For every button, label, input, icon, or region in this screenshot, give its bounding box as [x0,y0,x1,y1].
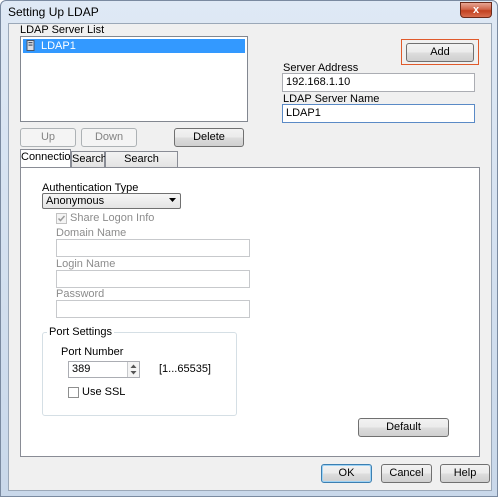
dialog-body: LDAP Server List LDAP1 Up Down Delete Ad… [8,23,492,491]
stepper-buttons[interactable] [127,362,139,377]
help-button[interactable]: Help [440,464,490,483]
cancel-button[interactable]: Cancel [381,464,432,483]
tab-search[interactable]: Search [71,151,107,167]
auth-type-select[interactable]: Anonymous [42,193,181,209]
ok-button[interactable]: OK [321,464,372,483]
server-icon [26,40,35,51]
share-logon-checkbox[interactable] [56,213,67,224]
share-logon-label: Share Logon Info [70,212,155,224]
up-button[interactable]: Up [20,128,76,147]
delete-button[interactable]: Delete [174,128,244,147]
list-item-label: LDAP1 [41,40,76,52]
port-settings-label: Port Settings [47,326,114,338]
port-number-stepper[interactable]: 389 [68,361,140,378]
port-number-label: Port Number [61,346,124,358]
password-label: Password [56,288,105,300]
list-item[interactable]: LDAP1 [23,39,245,53]
connection-panel: Authentication Type Anonymous Share Logo… [20,167,480,457]
port-range-label: [1...65535] [159,363,211,375]
window-title: Setting Up LDAP [8,5,99,19]
down-button[interactable]: Down [81,128,137,147]
use-ssl-checkbox[interactable] [68,387,79,398]
checkmark-icon [57,215,66,222]
close-button[interactable]: x [460,2,492,18]
add-button[interactable]: Add [406,43,474,62]
tab-search-attributes[interactable]: Search Attributes [105,151,178,179]
ldap-setup-window: Setting Up LDAP x LDAP Server List LDAP1… [0,0,498,497]
login-name-field[interactable] [56,270,250,288]
domain-name-field[interactable] [56,239,250,257]
domain-name-label: Domain Name [56,227,127,239]
server-list-label: LDAP Server List [20,24,105,36]
default-button[interactable]: Default [358,418,449,437]
stepper-down-icon[interactable] [129,370,138,376]
tab-strip: Connection Search Search Attributes [20,149,480,179]
stepper-up-icon[interactable] [129,363,138,369]
server-address-field[interactable]: 192.168.1.10 [282,73,475,92]
use-ssl-label: Use SSL [82,386,126,398]
login-name-label: Login Name [56,258,116,270]
tab-connection[interactable]: Connection [20,149,77,167]
auth-type-value: Anonymous [46,195,105,207]
chevron-down-icon [169,198,176,202]
close-icon: x [472,4,480,16]
server-list[interactable]: LDAP1 [20,36,248,122]
password-field[interactable] [56,300,250,318]
server-name-field[interactable]: LDAP1 [282,104,475,123]
port-number-value: 389 [72,363,91,375]
title-bar: Setting Up LDAP x [1,1,497,23]
